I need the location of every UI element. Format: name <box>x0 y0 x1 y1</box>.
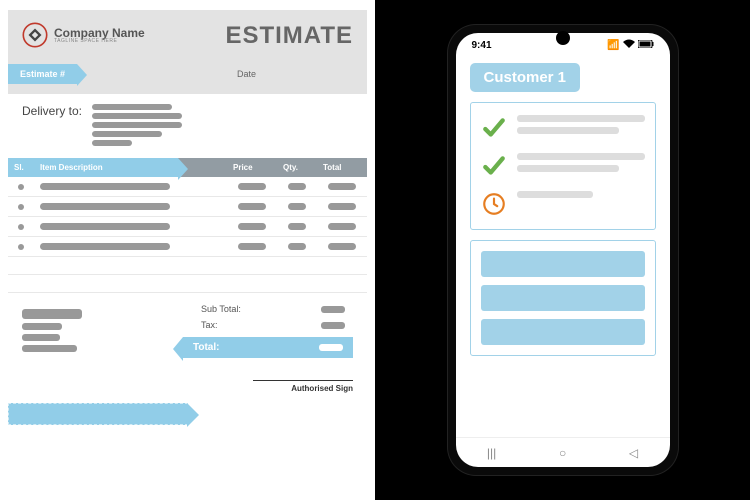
android-nav-bar: ||| ○ ◁ <box>456 437 670 467</box>
table-row <box>8 275 367 293</box>
checkmark-icon <box>481 153 507 179</box>
meta-row: Estimate # Date <box>8 58 367 94</box>
table-body <box>8 177 367 293</box>
total-ribbon: Total: <box>183 337 353 358</box>
tax-label: Tax: <box>201 320 218 330</box>
delivery-section: Delivery to: <box>8 94 367 154</box>
company-name: Company Name <box>54 27 145 39</box>
list-item[interactable] <box>481 153 645 179</box>
footer-ribbon <box>8 403 188 425</box>
estimate-number-label: Estimate # <box>8 64 77 84</box>
signature-label: Authorised Sign <box>22 384 353 393</box>
col-qty: Qty. <box>277 158 317 177</box>
app-content: Customer 1 <box>456 53 670 437</box>
delivery-address-placeholder <box>92 104 182 146</box>
company-brand: Company Name TAGLINE SPACE HERE <box>22 22 145 48</box>
battery-icon <box>638 40 654 51</box>
phone-frame: 9:41 📶 Customer 1 <box>448 25 678 475</box>
totals-section: Sub Total: Tax: Total: <box>8 293 367 362</box>
back-icon[interactable]: ◁ <box>629 446 638 460</box>
action-button[interactable] <box>481 251 645 277</box>
table-header: Sl. Item Description Price Qty. Total <box>8 158 367 177</box>
col-total: Total <box>317 158 367 177</box>
list-item[interactable] <box>481 115 645 141</box>
customer-badge[interactable]: Customer 1 <box>470 63 581 92</box>
list-item[interactable] <box>481 191 645 217</box>
phone-panel: 9:41 📶 Customer 1 <box>375 0 750 500</box>
checkmark-icon <box>481 115 507 141</box>
col-sl: Sl. <box>8 158 34 177</box>
recent-apps-icon[interactable]: ||| <box>487 446 496 460</box>
col-price: Price <box>227 158 277 177</box>
company-logo-icon <box>22 22 48 48</box>
table-row <box>8 197 367 217</box>
delivery-label: Delivery to: <box>22 104 82 146</box>
clock-icon <box>481 191 507 217</box>
table-row <box>8 177 367 197</box>
table-row <box>8 237 367 257</box>
action-button[interactable] <box>481 319 645 345</box>
col-description: Item Description <box>34 158 178 177</box>
signal-icon: 📶 <box>607 40 619 51</box>
table-row <box>8 257 367 275</box>
tasks-card <box>470 102 656 230</box>
phone-notch <box>556 31 570 45</box>
date-label: Date <box>237 69 256 79</box>
actions-card <box>470 240 656 356</box>
phone-screen: 9:41 📶 Customer 1 <box>456 33 670 467</box>
document-header: Company Name TAGLINE SPACE HERE ESTIMATE <box>8 10 367 58</box>
estimate-document: Company Name TAGLINE SPACE HERE ESTIMATE… <box>0 0 375 500</box>
status-time: 9:41 <box>472 40 492 51</box>
home-icon[interactable]: ○ <box>559 446 566 460</box>
document-title: ESTIMATE <box>225 22 353 50</box>
action-button[interactable] <box>481 285 645 311</box>
table-row <box>8 217 367 237</box>
wifi-icon <box>623 39 635 51</box>
subtotal-label: Sub Total: <box>201 304 241 314</box>
signature-section: Authorised Sign <box>8 362 367 397</box>
